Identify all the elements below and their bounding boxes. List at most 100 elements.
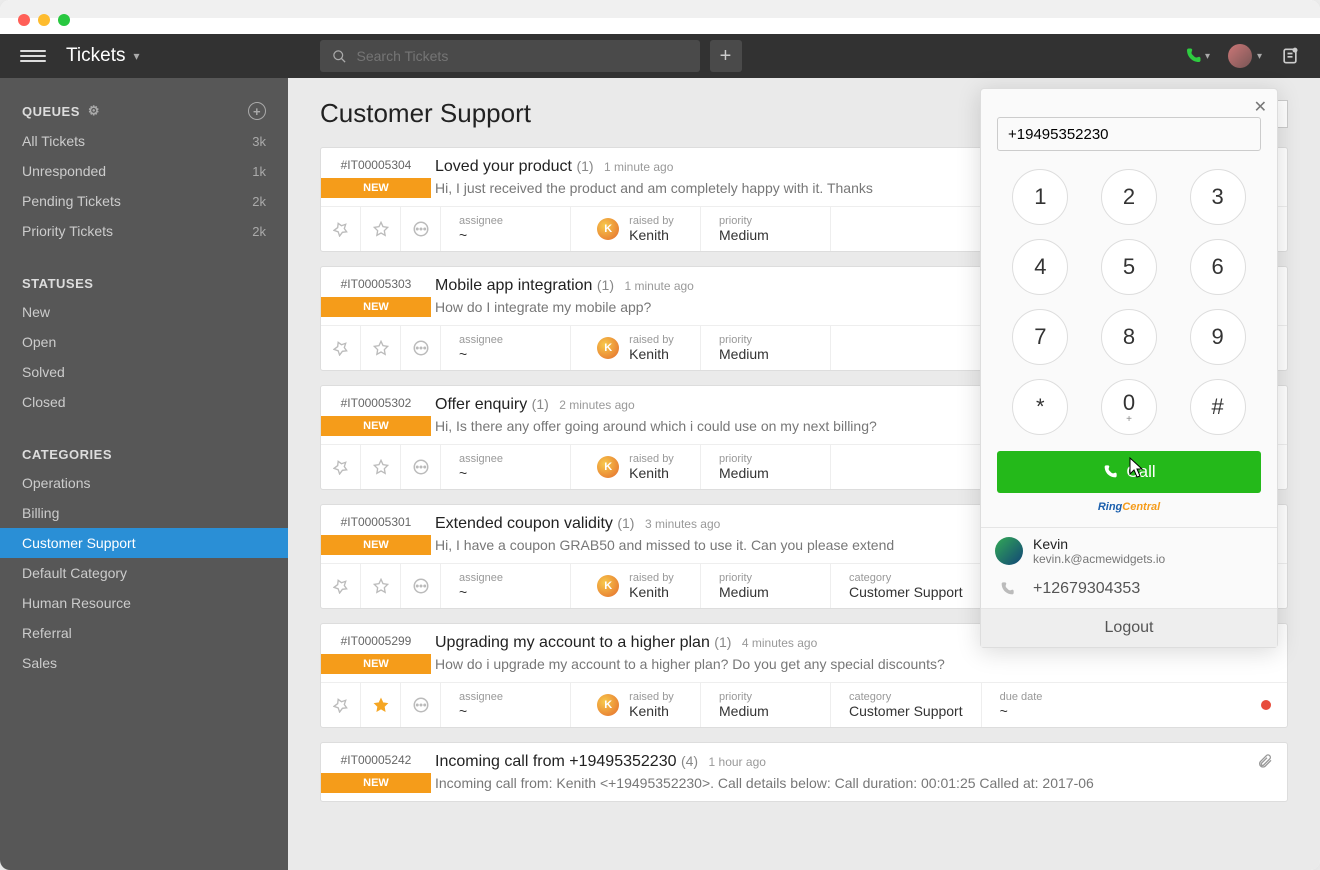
time-ago: 2 minutes ago [559,398,634,412]
dialer-popover: ✕ +19495352230 123456789*0+# Call RingCe… [980,88,1278,648]
dialpad-key[interactable]: 8 [1101,309,1157,365]
assignee-cell: assignee~ [441,683,571,727]
reply-count: (1) [597,277,614,293]
close-icon[interactable]: ✕ [1254,97,1267,117]
sidebar-queue-item[interactable]: Unresponded1k [0,156,288,186]
star-icon[interactable] [361,445,401,489]
dialpad-key[interactable]: 4 [1012,239,1068,295]
reply-count: (1) [617,515,634,531]
sidebar-category-item[interactable]: Referral [0,618,288,648]
pin-icon[interactable] [321,326,361,370]
close-window-dot[interactable] [18,14,30,26]
sidebar-category-item[interactable]: Sales [0,648,288,678]
status-badge: NEW [321,535,431,555]
more-icon[interactable] [401,207,441,251]
dialpad-key[interactable]: 0+ [1101,379,1157,435]
pin-icon[interactable] [321,564,361,608]
dialpad-key[interactable]: 2 [1101,169,1157,225]
statuses-header: STATUSES [0,270,288,297]
add-queue-button[interactable]: + [248,102,266,120]
time-ago: 1 minute ago [624,279,693,293]
sidebar-status-item[interactable]: New [0,297,288,327]
dialpad-key[interactable]: 1 [1012,169,1068,225]
ticket-subject: Extended coupon validity [435,515,613,532]
pin-icon[interactable] [321,683,361,727]
sidebar-queue-item[interactable]: All Tickets3k [0,126,288,156]
categories-header: CATEGORIES [0,441,288,468]
sidebar-status-item[interactable]: Closed [0,387,288,417]
ticket-subject: Loved your product [435,158,572,175]
app-title[interactable]: Tickets [66,45,125,67]
status-badge: NEW [321,654,431,674]
dialpad-key[interactable]: 7 [1012,309,1068,365]
call-button[interactable]: Call [997,451,1261,493]
more-icon[interactable] [401,326,441,370]
sidebar-category-item[interactable]: Operations [0,468,288,498]
star-icon[interactable] [361,564,401,608]
raised-by-cell: Kraised byKenith [571,326,701,370]
ticket-card[interactable]: #IT00005242 NEW Incoming call from +1949… [320,742,1288,802]
assignee-cell: assignee~ [441,564,571,608]
more-icon[interactable] [401,683,441,727]
star-icon[interactable] [361,683,401,727]
ticket-subject: Mobile app integration [435,277,592,294]
more-icon[interactable] [401,564,441,608]
sidebar-queue-item[interactable]: Priority Tickets2k [0,216,288,246]
priority-cell: priorityMedium [701,564,831,608]
sidebar-queue-item[interactable]: Pending Tickets2k [0,186,288,216]
ticket-meta: assignee~ Kraised byKenith priorityMediu… [321,682,1287,727]
dialpad-key[interactable]: * [1012,379,1068,435]
raised-by-cell: Kraised byKenith [571,207,701,251]
ticket-id-col: #IT00005304 NEW [321,148,431,206]
ticket-id-col: #IT00005302 NEW [321,386,431,444]
sidebar-category-item[interactable]: Customer Support [0,528,288,558]
status-badge: NEW [321,297,431,317]
pin-icon[interactable] [321,207,361,251]
sidebar-category-item[interactable]: Default Category [0,558,288,588]
dial-number-input[interactable]: +19495352230 [997,117,1261,151]
dialpad-key[interactable]: 3 [1190,169,1246,225]
status-dot [1261,700,1271,710]
ticket-snippet: Incoming call from: Kenith <+19495352230… [435,775,1271,791]
sidebar-category-item[interactable]: Billing [0,498,288,528]
avatar-dropdown[interactable]: ▾ [1228,44,1262,68]
reply-count: (1) [576,158,593,174]
dialpad-key[interactable]: 6 [1190,239,1246,295]
search-input[interactable] [357,48,688,64]
star-icon[interactable] [361,207,401,251]
notifications-icon[interactable] [1280,46,1300,66]
assignee-cell: assignee~ [441,207,571,251]
sidebar-status-item[interactable]: Open [0,327,288,357]
ticket-id: #IT00005242 [321,753,431,767]
sidebar-category-item[interactable]: Human Resource [0,588,288,618]
ticket-id-col: #IT00005303 NEW [321,267,431,325]
pin-icon[interactable] [321,445,361,489]
dialpad-key[interactable]: 9 [1190,309,1246,365]
dialpad-key[interactable]: # [1190,379,1246,435]
window-titlebar [0,0,1320,18]
status-badge: NEW [321,773,431,793]
gear-icon[interactable]: ⚙ [88,103,100,119]
priority-cell: priorityMedium [701,207,831,251]
more-icon[interactable] [401,445,441,489]
ticket-id: #IT00005303 [321,277,431,291]
phone-dropdown[interactable]: ▾ [1184,47,1210,65]
ticket-snippet: How do i upgrade my account to a higher … [435,656,1271,672]
logout-button[interactable]: Logout [981,608,1277,647]
assignee-cell: assignee~ [441,326,571,370]
maximize-window-dot[interactable] [58,14,70,26]
avatar [1228,44,1252,68]
sidebar-status-item[interactable]: Solved [0,357,288,387]
raised-by-cell: Kraised byKenith [571,683,701,727]
new-ticket-button[interactable]: + [710,40,742,72]
menu-icon[interactable] [20,50,46,62]
minimize-window-dot[interactable] [38,14,50,26]
sidebar: QUEUES ⚙ + All Tickets3kUnresponded1kPen… [0,78,288,870]
reply-count: (4) [681,753,698,769]
star-icon[interactable] [361,326,401,370]
category-cell: categoryCustomer Support [831,564,982,608]
dialpad-key[interactable]: 5 [1101,239,1157,295]
user-name: Kevin [1033,536,1165,552]
chevron-down-icon[interactable]: ▾ [133,49,139,63]
phone-icon [1102,464,1118,480]
